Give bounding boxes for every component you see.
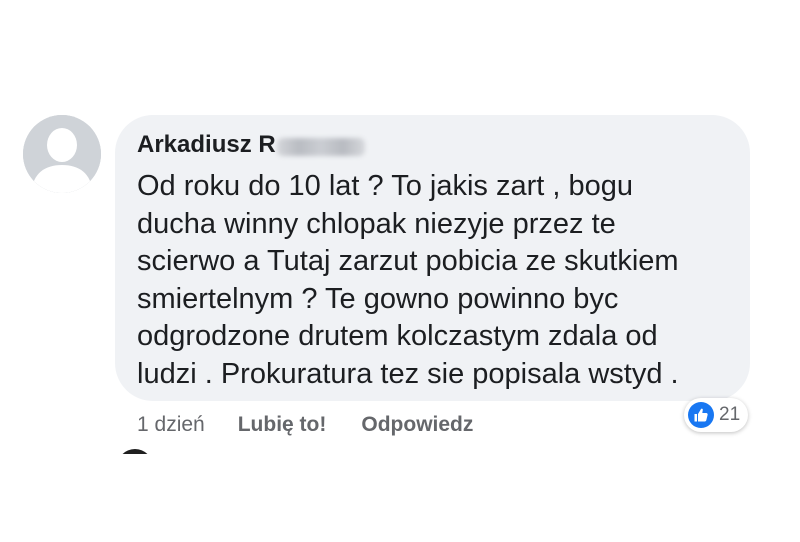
default-user-icon <box>23 115 101 193</box>
author-name[interactable]: Arkadiusz R <box>137 131 276 159</box>
comment-screen: Arkadiusz R Od roku do 10 lat ? To jakis… <box>0 0 800 542</box>
comment-line: smiertelnym ? Te gowno powinno byc <box>137 282 619 315</box>
page-background <box>0 454 800 542</box>
comment-timestamp[interactable]: 1 dzień <box>137 413 205 437</box>
comment-line: ludzi . Prokuratura tez sie popisala wst… <box>137 357 679 390</box>
reaction-count: 21 <box>719 404 741 425</box>
reactions-summary[interactable]: 21 <box>684 398 749 432</box>
reply-button[interactable]: Odpowiedz <box>361 413 473 437</box>
like-button[interactable]: Lubię to! <box>238 413 327 437</box>
comment-body: Od roku do 10 lat ? To jakis zart , bogu… <box>137 168 742 393</box>
thumbs-up-icon <box>688 402 714 428</box>
comment-author[interactable]: Arkadiusz R <box>137 131 365 159</box>
redacted-surname <box>276 138 365 156</box>
comment-line: ducha winny chlopak niezyje przez te <box>137 207 616 240</box>
comment-line: scierwo a Tutaj zarzut pobicia ze skutki… <box>137 245 679 277</box>
comment-actions: 1 dzień Lubię to! Odpowiedz <box>137 410 473 440</box>
author-avatar[interactable] <box>23 115 101 193</box>
comment-line: Od roku do 10 lat ? To jakis zart , bogu <box>137 170 633 202</box>
comment-line: odgrodzone drutem kolczastym zdala od <box>137 320 658 352</box>
